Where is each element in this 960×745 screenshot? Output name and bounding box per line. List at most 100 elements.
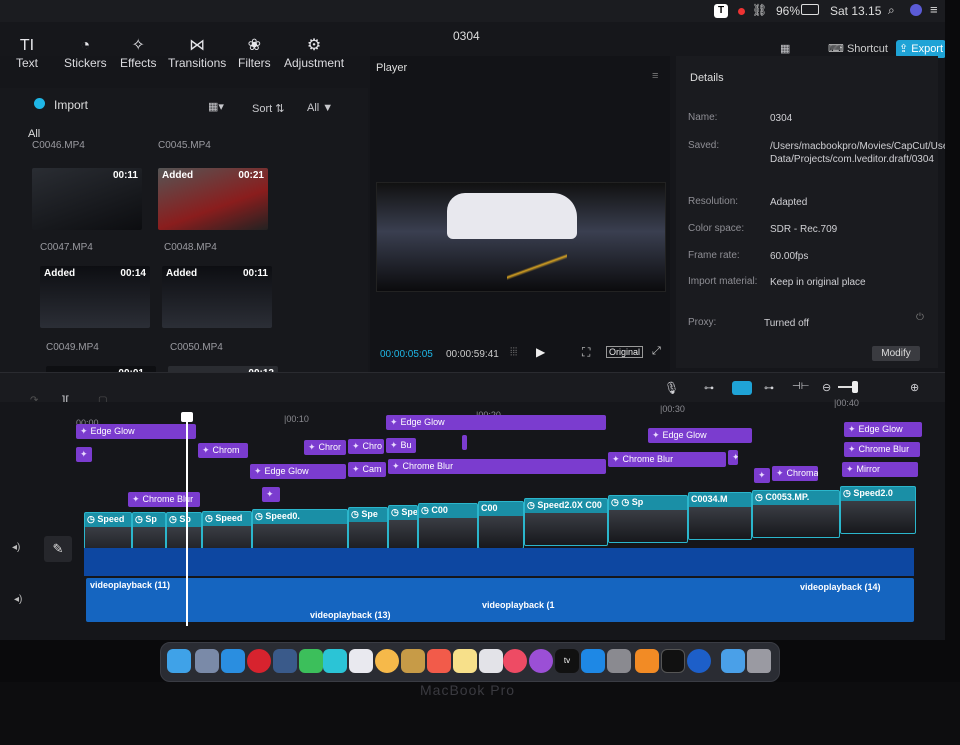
tab-effects[interactable]: ✧ Effects [120, 36, 156, 70]
video-clip[interactable]: ◷ Speed2.0 [840, 486, 916, 534]
video-clip[interactable]: ◷ C0053.MP. [752, 490, 840, 538]
effect-clip[interactable]: ✦ Chrom [198, 443, 248, 458]
system-preferences-icon[interactable] [607, 649, 631, 673]
track-audio-icon[interactable]: ◂) [12, 542, 20, 553]
messages-icon[interactable] [299, 649, 323, 673]
edge-icon[interactable] [687, 649, 711, 673]
media-thumbnail[interactable]: 00:11 [32, 168, 142, 230]
media-thumbnail[interactable]: Added 00:11 [162, 266, 272, 328]
edit-cover-icon[interactable]: ✎ [44, 536, 72, 562]
launchpad-icon[interactable] [195, 649, 219, 673]
capcut-icon[interactable] [661, 649, 685, 673]
record-icon[interactable] [738, 8, 745, 15]
zoom-out-icon[interactable]: ⊖ [822, 381, 831, 394]
siri-icon[interactable] [910, 4, 922, 16]
audio-track[interactable]: videoplayback (11) videoplayback (13) vi… [86, 578, 914, 622]
video-clip[interactable]: ◷ Spe [388, 505, 418, 553]
reminders-icon[interactable] [479, 649, 503, 673]
media-thumbnail[interactable]: Added 00:14 [40, 266, 150, 328]
modify-button[interactable]: Modify [872, 346, 920, 361]
layout-icon[interactable]: ▦ [780, 42, 790, 55]
zoom-slider-handle[interactable] [852, 381, 858, 393]
shortcut-button[interactable]: ⌨ Shortcut [828, 42, 888, 55]
notes-icon[interactable] [401, 649, 425, 673]
effect-clip[interactable]: ✦ [754, 468, 770, 483]
playhead[interactable] [186, 414, 188, 626]
text-icon: TI [19, 37, 35, 54]
effect-clip[interactable]: ✦ Bu [386, 438, 416, 453]
effect-clip[interactable]: ✦ Chrome Blur [128, 492, 200, 507]
menubar-clock[interactable]: Sat 13.15 [830, 4, 881, 18]
video-clip[interactable]: ◷ ◷ Sp [608, 495, 688, 543]
microphone-icon[interactable]: 🎙 [664, 381, 679, 395]
downloads-folder-icon[interactable] [721, 649, 745, 673]
video-preview[interactable] [376, 182, 666, 293]
effect-clip[interactable]: ✦ Edge Glow [76, 424, 196, 439]
media-thumbnail[interactable]: Added 00:21 [158, 168, 268, 230]
effect-clip[interactable]: ✦ Chrome Blur [844, 442, 920, 457]
safari-icon[interactable] [221, 649, 245, 673]
app-store-icon[interactable] [581, 649, 605, 673]
effect-clip[interactable] [462, 435, 467, 450]
effect-clip[interactable]: ✦ [76, 447, 92, 462]
video-clip[interactable]: ◷ Speed2.0X C00 [524, 498, 608, 546]
zoom-fit-icon[interactable]: ⊕ [910, 381, 919, 394]
effect-clip[interactable]: ✦ [728, 450, 738, 465]
effect-clip[interactable]: ✦ Chror [304, 440, 346, 455]
calendar-icon[interactable] [427, 649, 451, 673]
sort-button[interactable]: Sort ⇅ [252, 102, 284, 115]
effect-clip[interactable]: ✦ Cam [348, 462, 386, 477]
typora-icon[interactable]: T [714, 4, 728, 18]
effect-clip[interactable]: ✦ Chrome Blur [608, 452, 726, 467]
preview-axis-icon[interactable]: ⊶ [764, 383, 774, 394]
play-button[interactable]: ▶ [536, 345, 545, 359]
tab-filters[interactable]: ❀ Filters [238, 36, 271, 70]
effect-clip[interactable]: ✦ Chrome Blur [388, 459, 606, 474]
effect-clip[interactable]: ✦ Edge Glow [648, 428, 752, 443]
grid-view-icon[interactable]: ▦▾ [208, 100, 224, 113]
tab-transitions[interactable]: ⋈ Transitions [168, 36, 226, 70]
stickies-icon[interactable] [453, 649, 477, 673]
snap-icon[interactable]: ⊣⊢ [792, 381, 809, 392]
finder-icon[interactable] [167, 649, 191, 673]
photos-icon[interactable] [375, 649, 399, 673]
import-button[interactable]: Import [54, 98, 88, 112]
video-clip[interactable]: ◷ C00 [418, 503, 478, 551]
video-clip[interactable]: C00 [478, 501, 524, 549]
effect-clip[interactable]: ✦ Mirror [842, 462, 918, 477]
fullscreen-icon[interactable]: ⤢ [652, 345, 661, 358]
menu-icon[interactable]: ≡ [652, 70, 658, 82]
original-ratio-button[interactable]: Original [606, 346, 644, 358]
tab-text[interactable]: TI Text [16, 36, 38, 70]
effect-clip[interactable]: ✦ [262, 487, 280, 502]
tab-adjustment[interactable]: ⚙ Adjustment [284, 36, 344, 70]
effect-clip[interactable]: ✦ Edge Glow [386, 415, 606, 430]
facetime-icon[interactable] [323, 649, 347, 673]
track-audio-icon[interactable]: ◂) [14, 594, 22, 605]
magnet-icon[interactable] [732, 381, 752, 395]
fit-screen-icon[interactable]: ⛶ [582, 345, 590, 360]
playhead-handle[interactable] [181, 412, 193, 422]
battery-icon[interactable] [801, 4, 819, 15]
control-center-icon[interactable]: ≡ [930, 2, 938, 17]
video-clip[interactable]: C0034.M [688, 492, 752, 540]
link-icon[interactable]: ⛓ [752, 3, 767, 17]
spotlight-search-icon[interactable]: ⌕ [888, 3, 895, 18]
maps-icon[interactable] [349, 649, 373, 673]
link-clips-icon[interactable]: ⊶ [704, 383, 714, 394]
effect-clip[interactable]: ✦ Chromat [772, 466, 818, 481]
music-icon[interactable] [503, 649, 527, 673]
pages-icon[interactable] [635, 649, 659, 673]
effect-clip[interactable]: ✦ Edge Glow [250, 464, 346, 479]
effect-clip[interactable]: ✦ Edge Glow [844, 422, 922, 437]
waveform-icon[interactable]: ⦙⦙⦙ [510, 346, 517, 359]
power-icon[interactable]: ⏻ [916, 312, 924, 323]
opera-icon[interactable] [247, 649, 271, 673]
apple-tv-icon[interactable]: tv [555, 649, 579, 673]
trash-icon[interactable] [747, 649, 771, 673]
photos-app-icon[interactable] [273, 649, 297, 673]
filter-all-button[interactable]: All ▼ [307, 102, 333, 114]
effect-clip[interactable]: ✦ Chro [348, 439, 384, 454]
tab-stickers[interactable]: ◔ Stickers [64, 36, 107, 70]
podcasts-icon[interactable] [529, 649, 553, 673]
